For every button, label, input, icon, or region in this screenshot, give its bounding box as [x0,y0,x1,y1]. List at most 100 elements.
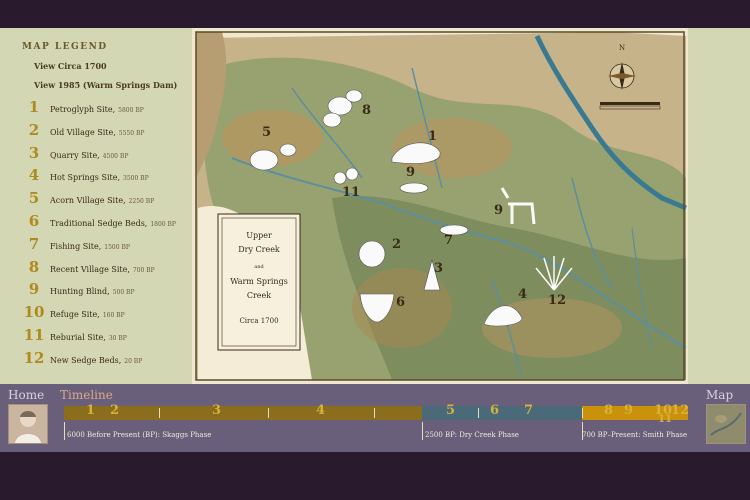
phase-divider [422,422,423,440]
legend-number: 10 [23,303,45,322]
timeline-marker-5[interactable]: 5 [446,403,455,418]
legend-number: 4 [28,166,40,185]
legend-number: 8 [28,257,40,276]
legend-item-label: Hot Springs Site, [50,173,120,183]
timeline-label: Timeline [60,388,113,402]
timeline-marker-12[interactable]: 12 [671,403,689,418]
legend-number: 6 [28,211,40,230]
legend-item-label: Acorn Village Site, [50,196,126,206]
map-nav-label[interactable]: Map [706,388,733,402]
map-thumbnail-icon [707,405,745,443]
refuge-basket-icon [399,182,429,194]
timeline-tick [268,408,269,418]
legend-item-label: Traditional Sedge Beds, [50,218,148,228]
legend-list: 1 Petroglyph Site, 5800 BP 2 Old Village Si… [22,98,192,372]
legend-number: 2 [28,120,40,139]
timeline-marker-8[interactable]: 8 [604,403,613,418]
view-1985-link[interactable]: View 1985 (Warm Springs Dam) [34,80,177,90]
phase-smith-label: 700 BP–Present: Smith Phase [582,431,688,439]
map-site-3-label: 3 [434,261,443,276]
illustrated-map: Upper Dry Creek and Warm Springs Creek C… [192,28,688,384]
timeline-tick [582,408,583,418]
map-thumbnail[interactable] [706,404,746,444]
phase-dry-creek-label: 2500 BP: Dry Creek Phase [425,431,519,439]
timeline-tick [159,408,160,418]
legend-item-recent-village-site[interactable]: 8 Recent Village Site, 700 BP [22,258,192,281]
map-illustration: Upper Dry Creek and Warm Springs Creek C… [192,28,688,384]
map-site-7-label: 7 [444,233,453,248]
timeline-tick [478,408,479,418]
main-panel: MAP LEGEND View Circa 1700 View 1985 (Wa… [0,28,750,384]
legend-item-fishing-site[interactable]: 7 Fishing Site, 1500 BP [22,235,192,258]
legend-item-label: Hunting Blind, [50,287,110,297]
cartouche-line-2: Dry Creek [238,245,280,254]
legend-number: 12 [23,348,45,367]
legend-item-petroglyph-site[interactable]: 1 Petroglyph Site, 5800 BP [22,98,192,121]
portrait-icon [15,411,41,443]
legend-item-quarry-site[interactable]: 3 Quarry Site, 4500 BP [22,144,192,167]
legend-item-label: Recent Village Site, [50,264,130,274]
navigation-bar: Home Timeline Map 1 2 3 4 5 6 7 8 9 10 1… [0,384,750,452]
cartouche-line-6: Circa 1700 [239,317,278,325]
timeline-marker-6[interactable]: 6 [490,403,499,418]
phase-skaggs-label: 6000 Before Present (BP): Skaggs Phase [67,431,212,439]
legend-item-hunting-blind[interactable]: 9 Hunting Blind, 500 BP [22,280,192,303]
map-site-10-label: 9 [406,165,415,180]
map-site-4-label: 4 [518,287,527,302]
legend-number: 9 [28,280,40,299]
cartouche-line-4: Warm Springs [230,277,288,286]
legend-item-date: 500 BP [112,289,135,297]
legend-item-date: 20 BP [124,357,143,365]
home-portrait-thumbnail[interactable] [8,404,48,444]
legend-item-date: 3500 BP [123,175,149,183]
map-site-11-label: 11 [342,185,360,200]
legend-item-label: Quarry Site, [50,150,100,160]
cartouche-line-3: and [254,264,264,270]
legend-number: 3 [28,143,40,162]
legend-item-date: 1500 BP [104,243,130,251]
map-site-2-label: 2 [392,237,401,252]
legend-item-reburial-site[interactable]: 11 Reburial Site, 30 BP [22,326,192,349]
map-site-6-label: 6 [396,295,405,310]
map-site-1-label: 1 [428,129,437,144]
legend-item-label: Old Village Site, [50,127,116,137]
timeline-marker-3[interactable]: 3 [212,403,221,418]
legend-number: 7 [28,234,40,253]
legend-title: MAP LEGEND [22,42,108,52]
timeline-marker-9[interactable]: 9 [624,403,633,418]
legend-number: 5 [28,189,40,208]
right-margin [688,28,750,384]
legend-item-old-village-site[interactable]: 2 Old Village Site, 5550 BP [22,121,192,144]
cartouche-line-1: Upper [246,231,272,240]
legend-item-date: 1800 BP [150,220,176,228]
legend-item-traditional-sedge-beds[interactable]: 6 Traditional Sedge Beds, 1800 BP [22,212,192,235]
map-site-5-label: 5 [262,125,271,140]
legend-item-label: Petroglyph Site, [50,105,116,114]
phase-divider [64,422,65,440]
legend-item-date: 30 BP [108,334,127,342]
legend-item-date: 4500 BP [102,152,129,160]
legend-item-new-sedge-beds[interactable]: 12 New Sedge Beds, 20 BP [22,349,192,372]
view-circa-1700-link[interactable]: View Circa 1700 [34,61,107,71]
timeline-marker-2[interactable]: 2 [110,403,119,418]
map-site-9-label: 9 [494,203,503,218]
timeline-bar: 1 2 3 4 5 6 7 8 9 10 12 11 [64,403,689,425]
legend-item-refuge-site[interactable]: 10 Refuge Site, 160 BP [22,303,192,326]
legend-item-label: Refuge Site, [50,310,100,320]
old-village-hut-icon [358,240,386,268]
timeline-marker-4[interactable]: 4 [316,403,325,418]
timeline-marker-11[interactable]: 11 [658,414,672,425]
legend-item-hot-springs-site[interactable]: 4 Hot Springs Site, 3500 BP [22,166,192,189]
cartouche-line-5: Creek [247,291,271,300]
legend-item-acorn-village-site[interactable]: 5 Acorn Village Site, 2250 BP [22,189,192,212]
legend-item-date: 160 BP [102,312,125,320]
home-label[interactable]: Home [8,388,44,402]
legend-item-date: 5550 BP [118,129,145,137]
legend-item-label: New Sedge Beds, [50,355,122,365]
map-site-8-label: 8 [362,103,371,118]
legend-number: 1 [28,98,40,116]
legend-item-label: Fishing Site, [50,241,102,251]
timeline-marker-1[interactable]: 1 [86,403,95,418]
timeline-marker-7[interactable]: 7 [524,403,533,418]
footer-bar [0,452,750,500]
